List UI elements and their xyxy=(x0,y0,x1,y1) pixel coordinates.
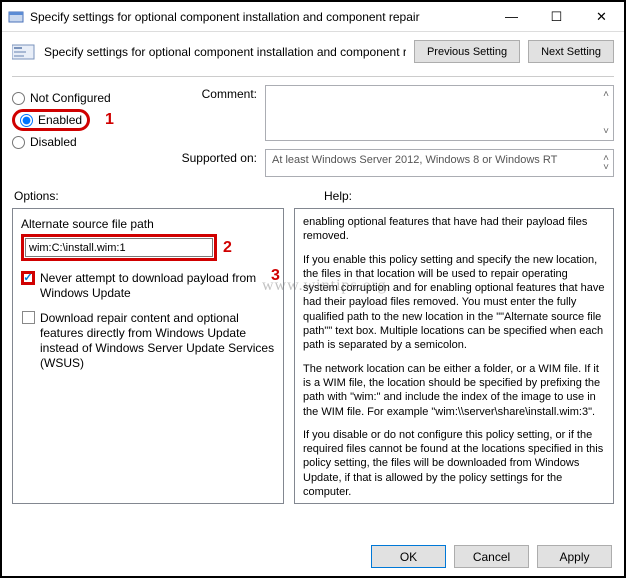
checkbox-unchecked-icon[interactable] xyxy=(22,311,35,324)
supported-on-text: At least Windows Server 2012, Windows 8 … xyxy=(272,154,557,166)
never-attempt-checkbox[interactable]: ✓ Never attempt to download payload from… xyxy=(21,271,275,301)
panes-labels: Options: Help: xyxy=(2,185,624,208)
chevron-up-icon[interactable]: ˄ xyxy=(603,89,609,100)
chevron-down-icon[interactable]: ˅ xyxy=(603,126,609,137)
annotation-2: 2 xyxy=(223,239,232,257)
comment-input[interactable]: ˄ ˅ xyxy=(265,85,614,141)
radio-not-configured-input[interactable] xyxy=(12,92,25,105)
window-title: Specify settings for optional component … xyxy=(30,10,489,24)
options-pane: Alternate source file path 2 ✓ Never att… xyxy=(12,208,284,504)
help-text: The network location can be either a fol… xyxy=(303,362,605,419)
help-text: If you enable this policy setting and sp… xyxy=(303,253,605,353)
apply-button[interactable]: Apply xyxy=(537,545,612,568)
radio-disabled-input[interactable] xyxy=(12,136,25,149)
panes: Alternate source file path 2 ✓ Never att… xyxy=(2,208,624,504)
previous-setting-button[interactable]: Previous Setting xyxy=(414,40,520,63)
alternate-source-label: Alternate source file path xyxy=(21,217,275,231)
config-area: Not Configured Enabled 1 Disabled Commen… xyxy=(2,85,624,185)
minimize-button[interactable]: — xyxy=(489,2,534,31)
radio-enabled-input[interactable] xyxy=(20,114,33,127)
titlebar: Specify settings for optional component … xyxy=(2,2,624,32)
help-label: Help: xyxy=(324,189,352,203)
radio-disabled-label: Disabled xyxy=(30,135,77,149)
radio-not-configured-label: Not Configured xyxy=(30,91,111,105)
alternate-source-input[interactable] xyxy=(25,238,213,257)
checkbox-checked-icon[interactable]: ✓ xyxy=(21,271,35,285)
help-text: enabling optional features that have had… xyxy=(303,215,605,244)
radio-enabled[interactable]: Enabled xyxy=(12,109,90,131)
help-text: If you disable or do not configure this … xyxy=(303,428,605,499)
path-highlight xyxy=(21,234,217,261)
mmc-icon xyxy=(8,9,24,25)
fields-column: Comment: ˄ ˅ Supported on: At least Wind… xyxy=(177,85,624,185)
maximize-button[interactable]: ☐ xyxy=(534,2,579,31)
next-setting-button[interactable]: Next Setting xyxy=(528,40,614,63)
policy-icon xyxy=(12,43,36,61)
radio-disabled[interactable]: Disabled xyxy=(12,131,177,153)
download-repair-label: Download repair content and optional fea… xyxy=(40,311,275,371)
close-button[interactable]: ✕ xyxy=(579,2,624,31)
ok-button[interactable]: OK xyxy=(371,545,446,568)
divider xyxy=(12,76,614,77)
options-label: Options: xyxy=(14,189,324,203)
download-repair-checkbox[interactable]: Download repair content and optional fea… xyxy=(21,311,275,371)
annotation-1: 1 xyxy=(105,111,114,129)
header-title: Specify settings for optional component … xyxy=(44,45,406,59)
never-attempt-label: Never attempt to download payload from W… xyxy=(40,271,275,301)
radio-not-configured[interactable]: Not Configured xyxy=(12,87,177,109)
annotation-3: 3 xyxy=(271,267,280,285)
dialog-buttons: OK Cancel Apply xyxy=(371,545,612,568)
cancel-button[interactable]: Cancel xyxy=(454,545,529,568)
chevron-down-icon[interactable]: ˅ xyxy=(603,162,609,173)
radio-enabled-label: Enabled xyxy=(38,113,82,127)
supported-on-value: At least Windows Server 2012, Windows 8 … xyxy=(265,149,614,177)
help-pane[interactable]: enabling optional features that have had… xyxy=(294,208,614,504)
supported-on-label: Supported on: xyxy=(177,149,257,177)
comment-label: Comment: xyxy=(177,85,257,141)
radio-column: Not Configured Enabled 1 Disabled xyxy=(12,85,177,185)
header: Specify settings for optional component … xyxy=(2,32,624,71)
